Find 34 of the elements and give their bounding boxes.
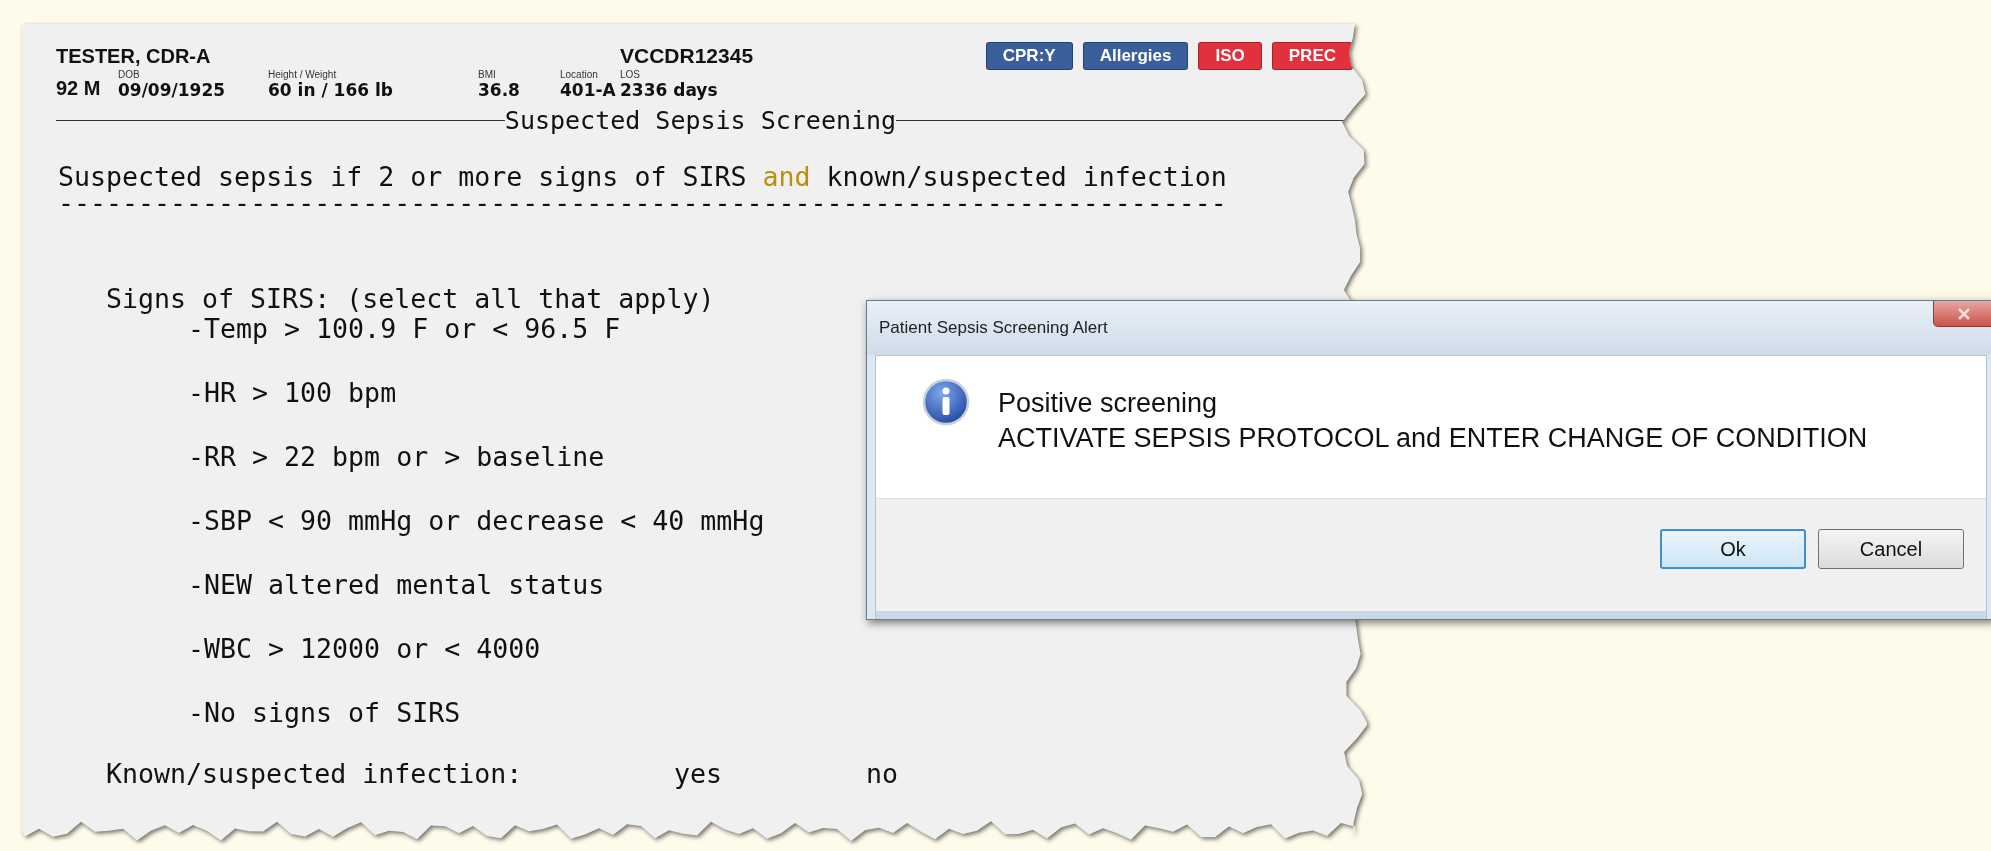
- field-label: Location: [560, 69, 599, 80]
- close-icon: [1957, 307, 1971, 320]
- sirs-option[interactable]: -WBC > 12000 or < 4000: [188, 634, 1367, 664]
- field-label: BMI: [478, 69, 497, 80]
- status-badge[interactable]: ISO: [1198, 42, 1262, 70]
- dialog-title: Patient Sepsis Screening Alert: [879, 318, 1108, 338]
- close-button[interactable]: [1933, 301, 1991, 327]
- field-label: Height / Weight: [268, 69, 338, 80]
- age-sex: 92 M: [56, 77, 102, 100]
- dialog-button[interactable]: Ok: [1660, 529, 1806, 569]
- patient-id: VCCDR12345: [620, 44, 754, 68]
- dialog-button[interactable]: Cancel: [1818, 529, 1964, 569]
- status-badge[interactable]: CPR:Y: [985, 42, 1073, 70]
- patient-name: TESTER, CDR-A: [56, 44, 211, 68]
- status-badge[interactable]: PREC: [1271, 42, 1353, 70]
- answer-option[interactable]: yes: [674, 758, 866, 789]
- field-value: 2336 days: [620, 80, 719, 100]
- field-value: 36.8: [478, 80, 521, 100]
- screen-title: Suspected Sepsis Screening: [504, 106, 897, 135]
- section-label: Signs of SIRS: (select all that apply): [106, 284, 716, 314]
- status-badge[interactable]: Allergies: [1082, 42, 1189, 70]
- alert-message: Positive screening: [998, 388, 1219, 419]
- sirs-option[interactable]: -No signs of SIRS: [188, 698, 1367, 728]
- alert-message: ACTIVATE SEPSIS PROTOCOL and ENTER CHANGE OF CONDITION: [998, 423, 1868, 454]
- dashed-divider: -------------------------------------------------------------------------: [58, 192, 1228, 214]
- question-label: Known/suspected infection:: [106, 758, 524, 789]
- info-icon: [922, 378, 970, 426]
- field-label: DOB: [118, 69, 141, 80]
- field-value: 09/09/1925: [118, 80, 227, 100]
- answer-option[interactable]: no: [866, 758, 1058, 789]
- field-value: 401-A: [560, 80, 617, 100]
- field-value: 60 in / 166 lb: [268, 80, 394, 100]
- criteria-text: Suspected sepsis if 2 or more signs of SIRS and known/suspected infection: [58, 161, 1228, 192]
- field-label: LOS: [620, 69, 641, 80]
